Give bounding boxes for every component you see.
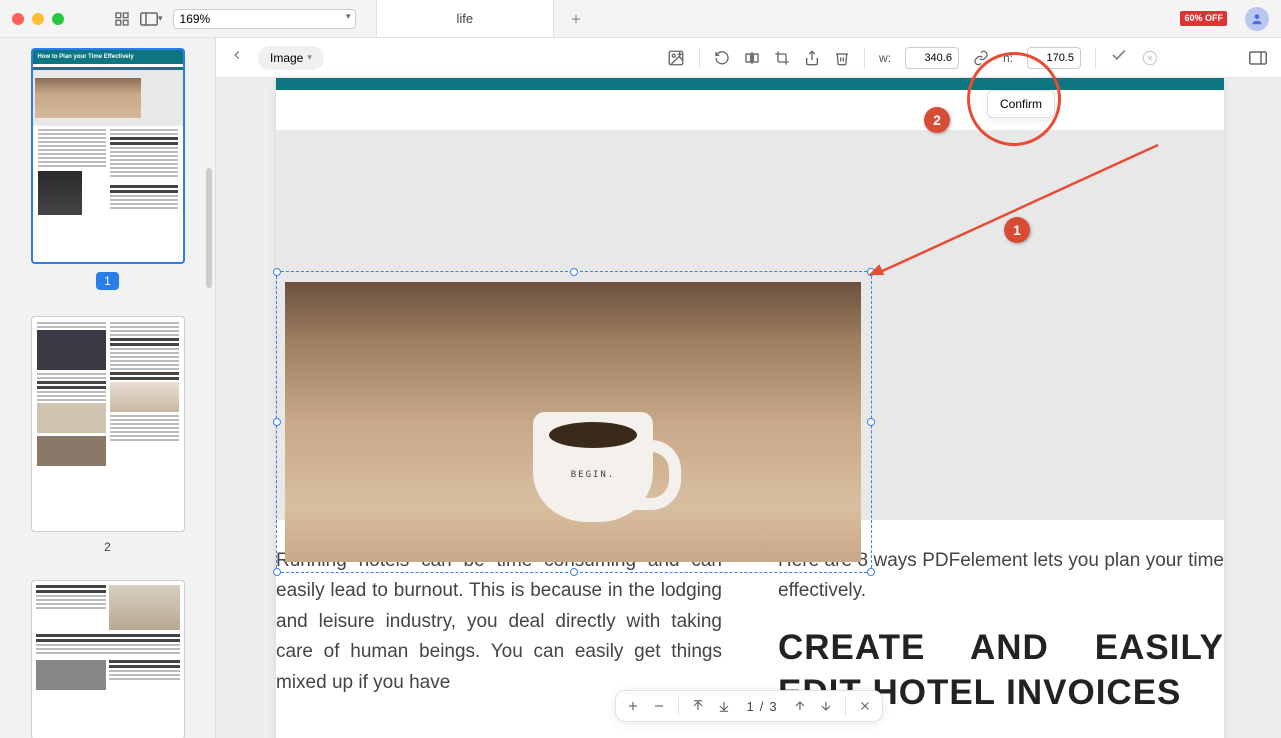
resize-handle-l[interactable] — [273, 418, 281, 426]
minimize-window-button[interactable] — [32, 13, 44, 25]
resize-handle-r[interactable] — [867, 418, 875, 426]
export-icon[interactable] — [804, 50, 820, 66]
mug-text: BEGIN. — [533, 470, 653, 480]
total-pages: 3 — [769, 699, 776, 714]
close-window-button[interactable] — [12, 13, 24, 25]
crop-icon[interactable] — [774, 50, 790, 66]
annotation-badge-1: 1 — [1004, 217, 1030, 243]
zoom-in-button[interactable] — [625, 699, 639, 713]
maximize-window-button[interactable] — [52, 13, 64, 25]
zoom-out-button[interactable] — [651, 699, 665, 713]
page-thumbnail-3[interactable] — [31, 580, 185, 738]
close-bar-button[interactable] — [858, 699, 872, 713]
page-nav-bar: 1 / 3 — [614, 690, 882, 722]
properties-panel-icon[interactable] — [1249, 51, 1267, 65]
back-button[interactable] — [230, 48, 244, 67]
panel-toggle-icon[interactable]: ▾ — [140, 12, 163, 26]
resize-handle-tr[interactable] — [867, 268, 875, 276]
cancel-button[interactable] — [1142, 50, 1158, 66]
last-page-button[interactable] — [716, 699, 730, 713]
current-page[interactable]: 1 — [746, 699, 753, 714]
editor-canvas: Image ▾ w: — [216, 38, 1281, 738]
grid-view-icon[interactable] — [114, 11, 130, 27]
document-page: BEGIN. Running hotels can be time consum… — [276, 78, 1224, 738]
resize-handle-bl[interactable] — [273, 568, 281, 576]
replace-image-icon[interactable] — [667, 49, 685, 67]
resize-handle-b[interactable] — [570, 568, 578, 576]
context-toolbar: Image ▾ w: — [216, 38, 1281, 78]
next-page-button[interactable] — [819, 699, 833, 713]
width-label: w: — [879, 51, 891, 65]
resize-handle-br[interactable] — [867, 568, 875, 576]
flip-icon[interactable] — [744, 50, 760, 66]
thumb-number-2: 2 — [104, 540, 111, 554]
annotation-badge-2: 2 — [924, 107, 950, 133]
confirm-tooltip: Confirm — [987, 90, 1055, 118]
thumb1-title: How to Plan your Time Effectively — [33, 50, 183, 64]
resize-handle-tl[interactable] — [273, 268, 281, 276]
confirm-button[interactable] — [1110, 46, 1128, 69]
window-titlebar: ▾ life 60% OFF — [0, 0, 1281, 38]
object-type-dropdown[interactable]: Image ▾ — [258, 46, 324, 70]
thumbnail-sidebar: How to Plan your Time Effectively — [0, 38, 216, 738]
zoom-select[interactable] — [173, 9, 356, 29]
add-tab-button[interactable] — [554, 0, 598, 37]
page-thumbnail-2[interactable] — [31, 316, 185, 532]
prev-page-button[interactable] — [793, 699, 807, 713]
first-page-button[interactable] — [690, 699, 704, 713]
image-selection[interactable]: BEGIN. — [276, 271, 872, 573]
document-tab[interactable]: life — [376, 0, 555, 37]
rotate-icon[interactable] — [714, 50, 730, 66]
promo-badge[interactable]: 60% OFF — [1180, 11, 1227, 26]
delete-icon[interactable] — [834, 50, 850, 66]
width-input[interactable] — [905, 47, 959, 69]
resize-handle-t[interactable] — [570, 268, 578, 276]
selected-image[interactable]: BEGIN. — [285, 282, 861, 562]
page-indicator: 1 / 3 — [742, 699, 780, 714]
thumb-number-1: 1 — [96, 272, 119, 290]
height-label: h: — [1003, 51, 1013, 65]
user-avatar[interactable] — [1245, 7, 1269, 31]
link-dimensions-icon[interactable] — [973, 50, 989, 66]
height-input[interactable] — [1027, 47, 1081, 69]
page-thumbnail-1[interactable]: How to Plan your Time Effectively — [31, 48, 185, 264]
